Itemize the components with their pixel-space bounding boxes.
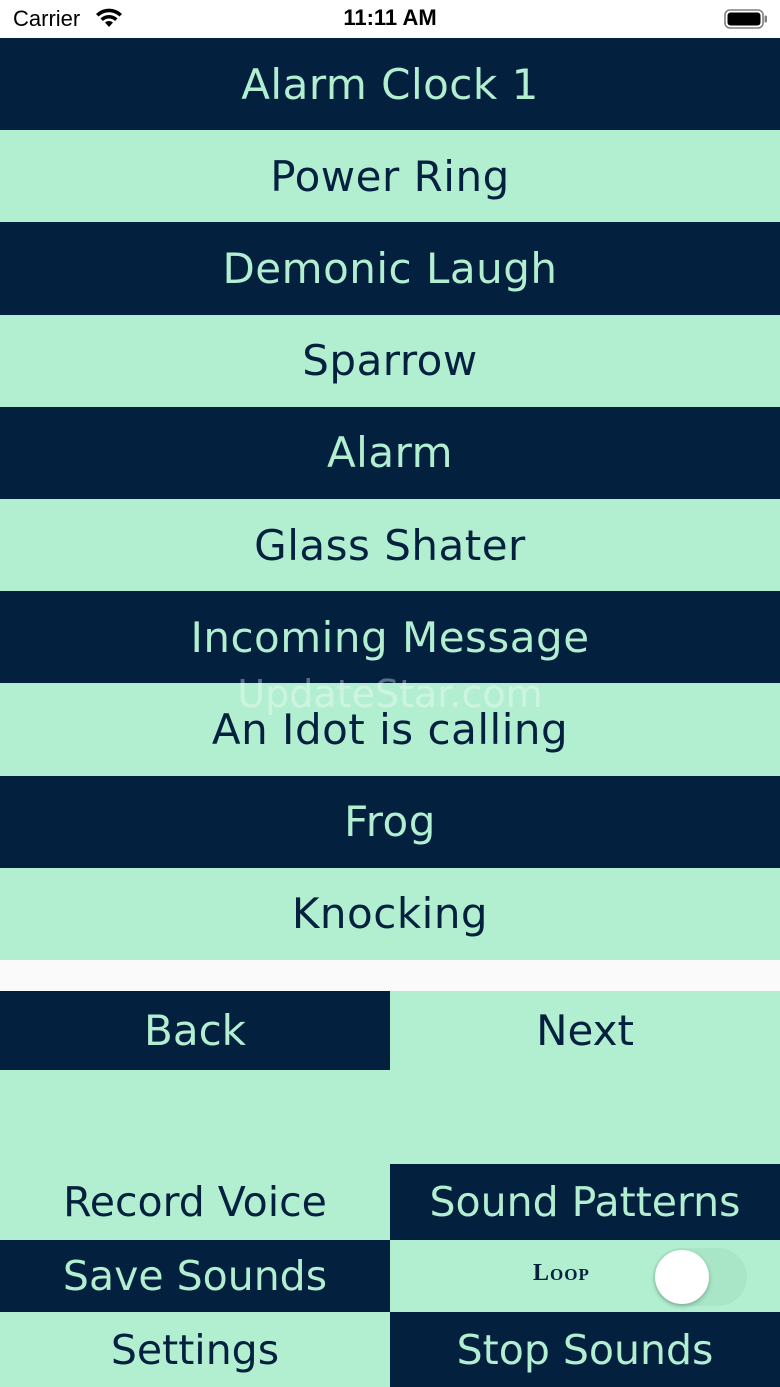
divider xyxy=(0,960,780,991)
status-bar: Carrier 11:11 AM xyxy=(0,0,780,38)
sound-item[interactable]: Power Ring xyxy=(0,130,780,223)
record-voice-button[interactable]: Record Voice xyxy=(0,1164,390,1240)
clock-label: 11:11 AM xyxy=(343,5,437,30)
pager-nav: Back Next xyxy=(0,991,780,1070)
sound-item[interactable]: Alarm Clock 1 xyxy=(0,38,780,131)
loop-label: Loop xyxy=(533,1260,590,1286)
save-sounds-button[interactable]: Save Sounds xyxy=(0,1240,390,1312)
spacer xyxy=(0,1070,780,1164)
battery-icon xyxy=(724,9,767,29)
sound-item[interactable]: Alarm xyxy=(0,406,780,499)
sound-item[interactable]: Frog xyxy=(0,775,780,868)
sound-item[interactable]: Incoming Message xyxy=(0,591,780,684)
sound-item[interactable]: An Idot is calling xyxy=(0,683,780,776)
controls-grid: Record Voice Sound Patterns Save Sounds … xyxy=(0,1164,780,1387)
sound-item[interactable]: Glass Shater xyxy=(0,498,780,592)
next-button[interactable]: Next xyxy=(390,991,780,1070)
sound-patterns-button[interactable]: Sound Patterns xyxy=(390,1164,780,1240)
loop-toggle[interactable] xyxy=(653,1248,747,1306)
loop-control: Loop xyxy=(390,1240,780,1312)
stop-sounds-button[interactable]: Stop Sounds xyxy=(390,1312,780,1387)
app-screen: Carrier 11:11 AM Alarm Clock 1 Power Ring… xyxy=(0,0,780,1387)
sound-item[interactable]: Demonic Laugh xyxy=(0,222,780,315)
sound-item[interactable]: Sparrow xyxy=(0,314,780,407)
settings-button[interactable]: Settings xyxy=(0,1312,390,1387)
sound-list: Alarm Clock 1 Power Ring Demonic Laugh Spar… xyxy=(0,38,780,960)
back-button[interactable]: Back xyxy=(0,991,390,1070)
sound-item[interactable]: Knocking xyxy=(0,867,780,960)
toggle-knob xyxy=(655,1250,709,1304)
